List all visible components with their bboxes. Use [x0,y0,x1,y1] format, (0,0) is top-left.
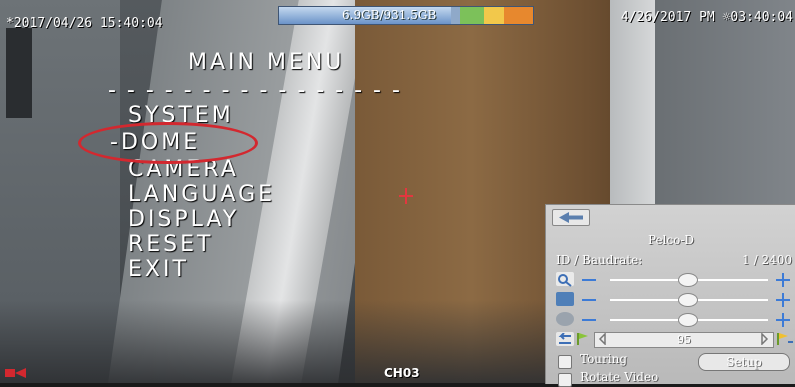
osd-timestamp-right: 4/26/2017 PM ☼03:40:04 [620,10,793,25]
zoom-slider-knob[interactable] [678,273,698,287]
monitor-object [6,28,32,118]
touring-checkbox[interactable] [558,355,572,369]
iris-plus-button-v[interactable] [782,313,784,327]
flag-icon-right [777,333,793,345]
id-baud-label: ID / Baudrate: [556,253,643,267]
osd-timestamp-left: *2017/04/26 15:40:04 [6,16,163,31]
crosshair-icon-vertical [405,188,407,204]
speed-row: 95 [554,332,795,348]
hdd-green-segment [460,7,484,24]
zoom-icon [556,272,574,287]
iris-icon [556,312,574,326]
setup-button[interactable]: Setup [698,353,790,371]
zoom-slider-row [554,272,795,288]
return-arrow-icon [556,332,574,346]
zoom-minus-button[interactable] [582,279,596,281]
iris-slider-knob[interactable] [678,313,698,327]
hdd-usage-bar: 6.9GB/931.5GB [278,6,534,25]
hdd-yellow-segment [484,7,504,24]
record-icon [5,368,26,378]
hdd-usage-text: 6.9GB/931.5GB [342,8,437,22]
menu-item-display[interactable]: DISPLAY [128,207,239,232]
rotate-video-checkbox[interactable] [558,373,572,387]
ptz-protocol: Pelco-D [647,233,695,247]
channel-label: CH03 [384,366,420,380]
menu-title: MAIN MENU [188,50,345,75]
zoom-plus-button-v[interactable] [782,273,784,287]
focus-plus-button-v[interactable] [782,293,784,307]
iris-minus-button[interactable] [582,319,596,321]
speed-increase-icon[interactable] [759,333,769,345]
focus-minus-button[interactable] [582,299,596,301]
id-baud-value: 1 / 2400 [742,253,792,267]
menu-item-exit[interactable]: EXIT [128,257,189,282]
iris-slider-row [554,312,795,328]
rotate-video-label: Rotate Video [580,370,659,384]
back-arrow-icon [559,212,583,223]
focus-slider-row [554,292,795,308]
ptz-control-panel: Pelco-D ID / Baudrate: 1 / 2400 95 Touri… [545,204,795,387]
speed-value: 95 [677,333,691,346]
back-button[interactable] [552,209,590,226]
hdd-orange-segment [504,7,533,24]
menu-item-reset[interactable]: RESET [128,232,214,257]
focus-slider-knob[interactable] [678,293,698,307]
menu-separator: - - - - - - - - - - - - - - - - [108,78,402,103]
menu-item-language[interactable]: LANGUAGE [128,182,275,207]
highlight-circle [78,122,258,164]
touring-label: Touring [580,352,628,366]
flag-icon-left [577,333,588,345]
focus-icon [556,292,574,306]
